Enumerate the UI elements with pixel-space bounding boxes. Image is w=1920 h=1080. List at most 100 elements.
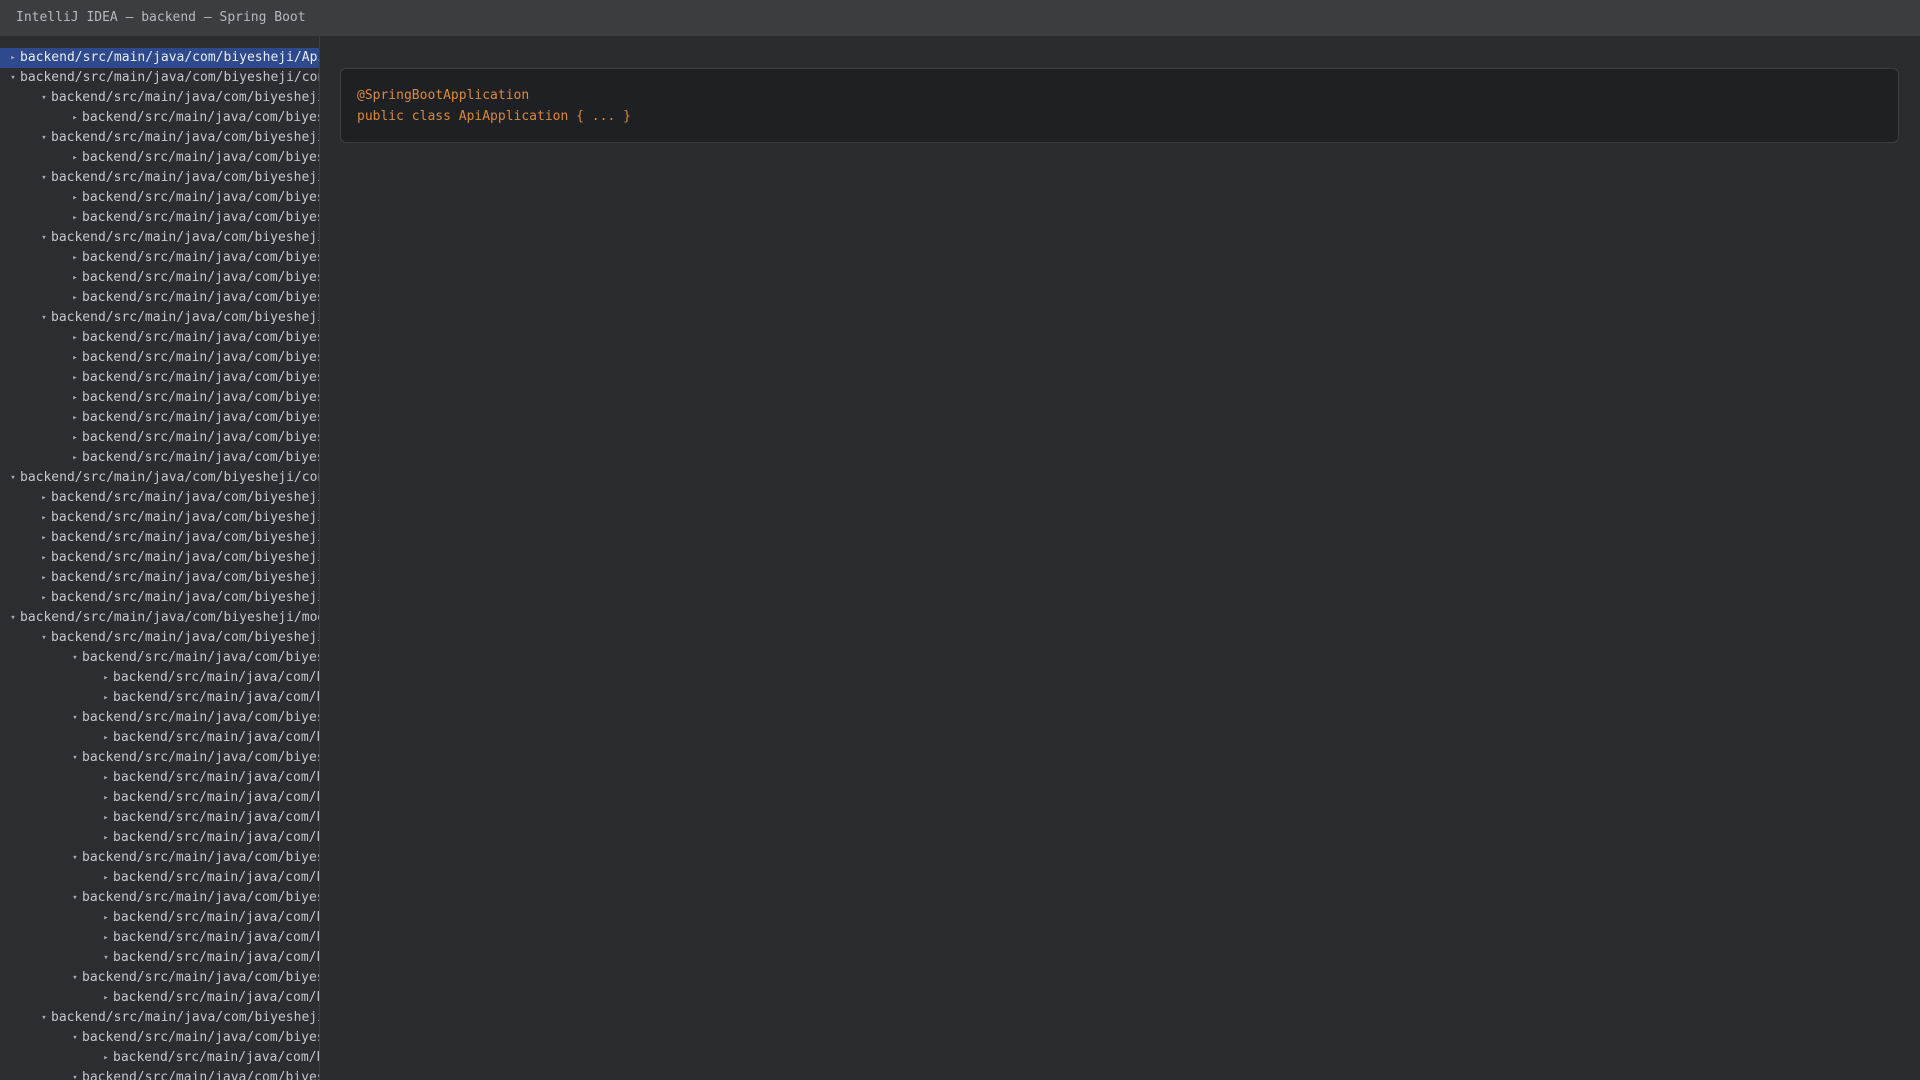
chevron-right-icon[interactable]: ▸ bbox=[99, 808, 113, 828]
chevron-right-icon[interactable]: ▸ bbox=[99, 828, 113, 848]
chevron-right-icon[interactable]: ▸ bbox=[68, 428, 82, 448]
code-editor[interactable]: @SpringBootApplication public class ApiA… bbox=[340, 68, 1899, 143]
chevron-right-icon[interactable]: ▸ bbox=[68, 388, 82, 408]
project-tree-item[interactable]: ▾backend/src/main/java/com/biyesheji/mod… bbox=[0, 708, 319, 728]
chevron-down-icon[interactable]: ▾ bbox=[68, 848, 82, 868]
project-tree-item[interactable]: ▸backend/src/main/java/com/biyesheji/mod… bbox=[0, 768, 319, 788]
project-tree-item[interactable]: ▸backend/src/main/java/com/biyesheji/mod… bbox=[0, 688, 319, 708]
project-tree-item[interactable]: ▸backend/src/main/java/com/biyesheji/con… bbox=[0, 248, 319, 268]
project-tree-item[interactable]: ▾backend/src/main/java/com/biyesheji/con… bbox=[0, 128, 319, 148]
chevron-down-icon[interactable]: ▾ bbox=[37, 128, 51, 148]
chevron-down-icon[interactable]: ▾ bbox=[68, 1028, 82, 1048]
project-tree-item[interactable]: ▸backend/src/main/java/com/biyesheji/con… bbox=[0, 528, 319, 548]
project-tree-item[interactable]: ▸backend/src/main/java/com/biyesheji/con… bbox=[0, 448, 319, 468]
chevron-right-icon[interactable]: ▸ bbox=[37, 528, 51, 548]
chevron-down-icon[interactable]: ▾ bbox=[37, 168, 51, 188]
chevron-right-icon[interactable]: ▸ bbox=[68, 108, 82, 128]
project-tree-item[interactable]: ▾backend/src/main/java/com/biyesheji/mod… bbox=[0, 748, 319, 768]
project-tree-item[interactable]: ▸backend/src/main/java/com/biyesheji/con… bbox=[0, 108, 319, 128]
chevron-right-icon[interactable]: ▸ bbox=[99, 728, 113, 748]
project-tree-item[interactable]: ▸backend/src/main/java/com/biyesheji/con… bbox=[0, 548, 319, 568]
chevron-right-icon[interactable]: ▸ bbox=[99, 868, 113, 888]
project-tree-panel[interactable]: ▸backend/src/main/java/com/biyesheji/Api… bbox=[0, 36, 320, 1080]
chevron-right-icon[interactable]: ▸ bbox=[99, 688, 113, 708]
project-tree-item[interactable]: ▸backend/src/main/java/com/biyesheji/con… bbox=[0, 568, 319, 588]
chevron-right-icon[interactable]: ▸ bbox=[68, 148, 82, 168]
project-tree-item[interactable]: ▾backend/src/main/java/com/biyesheji/con… bbox=[0, 168, 319, 188]
project-tree-item[interactable]: ▾backend/src/main/java/com/biyesheji/mod… bbox=[0, 948, 319, 968]
project-tree-item[interactable]: ▸backend/src/main/java/com/biyesheji/con… bbox=[0, 428, 319, 448]
project-tree-item[interactable]: ▾backend/src/main/java/com/biyesheji/mod… bbox=[0, 628, 319, 648]
project-tree-item[interactable]: ▾backend/src/main/java/com/biyesheji/mod… bbox=[0, 1068, 319, 1080]
chevron-right-icon[interactable]: ▸ bbox=[68, 328, 82, 348]
project-tree-item[interactable]: ▸backend/src/main/java/com/biyesheji/mod… bbox=[0, 908, 319, 928]
chevron-right-icon[interactable]: ▸ bbox=[99, 1048, 113, 1068]
chevron-right-icon[interactable]: ▸ bbox=[68, 288, 82, 308]
project-tree-item[interactable]: ▾backend/src/main/java/com/biyesheji/mod… bbox=[0, 648, 319, 668]
project-tree-item[interactable]: ▾backend/src/main/java/com/biyesheji/con… bbox=[0, 88, 319, 108]
chevron-right-icon[interactable]: ▸ bbox=[99, 768, 113, 788]
chevron-right-icon[interactable]: ▸ bbox=[37, 488, 51, 508]
chevron-right-icon[interactable]: ▸ bbox=[68, 208, 82, 228]
chevron-right-icon[interactable]: ▸ bbox=[6, 48, 20, 68]
chevron-right-icon[interactable]: ▸ bbox=[68, 408, 82, 428]
project-tree-item[interactable]: ▾backend/src/main/java/com/biyesheji/con… bbox=[0, 68, 319, 88]
chevron-down-icon[interactable]: ▾ bbox=[6, 608, 20, 628]
project-tree-item[interactable]: ▾backend/src/main/java/com/biyesheji/mod… bbox=[0, 608, 319, 628]
project-tree-item[interactable]: ▸backend/src/main/java/com/biyesheji/mod… bbox=[0, 828, 319, 848]
project-tree-item[interactable]: ▾backend/src/main/java/com/biyesheji/mod… bbox=[0, 1008, 319, 1028]
project-tree-item[interactable]: ▸backend/src/main/java/com/biyesheji/con… bbox=[0, 188, 319, 208]
chevron-down-icon[interactable]: ▾ bbox=[37, 228, 51, 248]
project-tree-item[interactable]: ▸backend/src/main/java/com/biyesheji/mod… bbox=[0, 808, 319, 828]
project-tree-item[interactable]: ▸backend/src/main/java/com/biyesheji/con… bbox=[0, 488, 319, 508]
chevron-down-icon[interactable]: ▾ bbox=[68, 748, 82, 768]
chevron-right-icon[interactable]: ▸ bbox=[68, 248, 82, 268]
project-tree-item[interactable]: ▾backend/src/main/java/com/biyesheji/con… bbox=[0, 308, 319, 328]
chevron-right-icon[interactable]: ▸ bbox=[99, 788, 113, 808]
project-tree-item[interactable]: ▾backend/src/main/java/com/biyesheji/mod… bbox=[0, 888, 319, 908]
chevron-down-icon[interactable]: ▾ bbox=[68, 648, 82, 668]
chevron-right-icon[interactable]: ▸ bbox=[68, 188, 82, 208]
project-tree-item[interactable]: ▸backend/src/main/java/com/biyesheji/mod… bbox=[0, 788, 319, 808]
chevron-down-icon[interactable]: ▾ bbox=[37, 308, 51, 328]
chevron-right-icon[interactable]: ▸ bbox=[68, 268, 82, 288]
chevron-right-icon[interactable]: ▸ bbox=[99, 928, 113, 948]
chevron-down-icon[interactable]: ▾ bbox=[37, 628, 51, 648]
project-tree-item[interactable]: ▸backend/src/main/java/com/biyesheji/con… bbox=[0, 348, 319, 368]
chevron-right-icon[interactable]: ▸ bbox=[68, 368, 82, 388]
project-tree-item[interactable]: ▸backend/src/main/java/com/biyesheji/Api… bbox=[0, 48, 319, 68]
chevron-right-icon[interactable]: ▸ bbox=[37, 508, 51, 528]
chevron-down-icon[interactable]: ▾ bbox=[6, 68, 20, 88]
project-tree-item[interactable]: ▸backend/src/main/java/com/biyesheji/mod… bbox=[0, 988, 319, 1008]
project-tree-item[interactable]: ▸backend/src/main/java/com/biyesheji/con… bbox=[0, 408, 319, 428]
chevron-right-icon[interactable]: ▸ bbox=[37, 588, 51, 608]
chevron-right-icon[interactable]: ▸ bbox=[68, 348, 82, 368]
project-tree-item[interactable]: ▸backend/src/main/java/com/biyesheji/mod… bbox=[0, 668, 319, 688]
project-tree-item[interactable]: ▸backend/src/main/java/com/biyesheji/mod… bbox=[0, 728, 319, 748]
project-tree-item[interactable]: ▸backend/src/main/java/com/biyesheji/con… bbox=[0, 208, 319, 228]
project-tree-item[interactable]: ▾backend/src/main/java/com/biyesheji/mod… bbox=[0, 1028, 319, 1048]
project-tree-item[interactable]: ▸backend/src/main/java/com/biyesheji/con… bbox=[0, 368, 319, 388]
chevron-down-icon[interactable]: ▾ bbox=[37, 88, 51, 108]
project-tree-item[interactable]: ▸backend/src/main/java/com/biyesheji/mod… bbox=[0, 928, 319, 948]
chevron-down-icon[interactable]: ▾ bbox=[99, 948, 113, 968]
project-tree-item[interactable]: ▸backend/src/main/java/com/biyesheji/con… bbox=[0, 288, 319, 308]
chevron-right-icon[interactable]: ▸ bbox=[37, 548, 51, 568]
project-tree-item[interactable]: ▸backend/src/main/java/com/biyesheji/mod… bbox=[0, 1048, 319, 1068]
chevron-down-icon[interactable]: ▾ bbox=[6, 468, 20, 488]
project-tree-item[interactable]: ▾backend/src/main/java/com/biyesheji/mod… bbox=[0, 968, 319, 988]
project-tree-item[interactable]: ▸backend/src/main/java/com/biyesheji/con… bbox=[0, 588, 319, 608]
chevron-down-icon[interactable]: ▾ bbox=[37, 1008, 51, 1028]
chevron-down-icon[interactable]: ▾ bbox=[68, 708, 82, 728]
chevron-right-icon[interactable]: ▸ bbox=[99, 908, 113, 928]
chevron-right-icon[interactable]: ▸ bbox=[37, 568, 51, 588]
chevron-down-icon[interactable]: ▾ bbox=[68, 888, 82, 908]
project-tree-item[interactable]: ▸backend/src/main/java/com/biyesheji/con… bbox=[0, 388, 319, 408]
project-tree-item[interactable]: ▸backend/src/main/java/com/biyesheji/con… bbox=[0, 508, 319, 528]
code-annotation-line[interactable]: @SpringBootApplication bbox=[357, 85, 1882, 106]
project-tree-item[interactable]: ▸backend/src/main/java/com/biyesheji/con… bbox=[0, 268, 319, 288]
project-tree-item[interactable]: ▸backend/src/main/java/com/biyesheji/con… bbox=[0, 148, 319, 168]
project-tree-item[interactable]: ▾backend/src/main/java/com/biyesheji/con… bbox=[0, 468, 319, 488]
chevron-down-icon[interactable]: ▾ bbox=[68, 1068, 82, 1080]
project-tree-item[interactable]: ▸backend/src/main/java/com/biyesheji/mod… bbox=[0, 868, 319, 888]
